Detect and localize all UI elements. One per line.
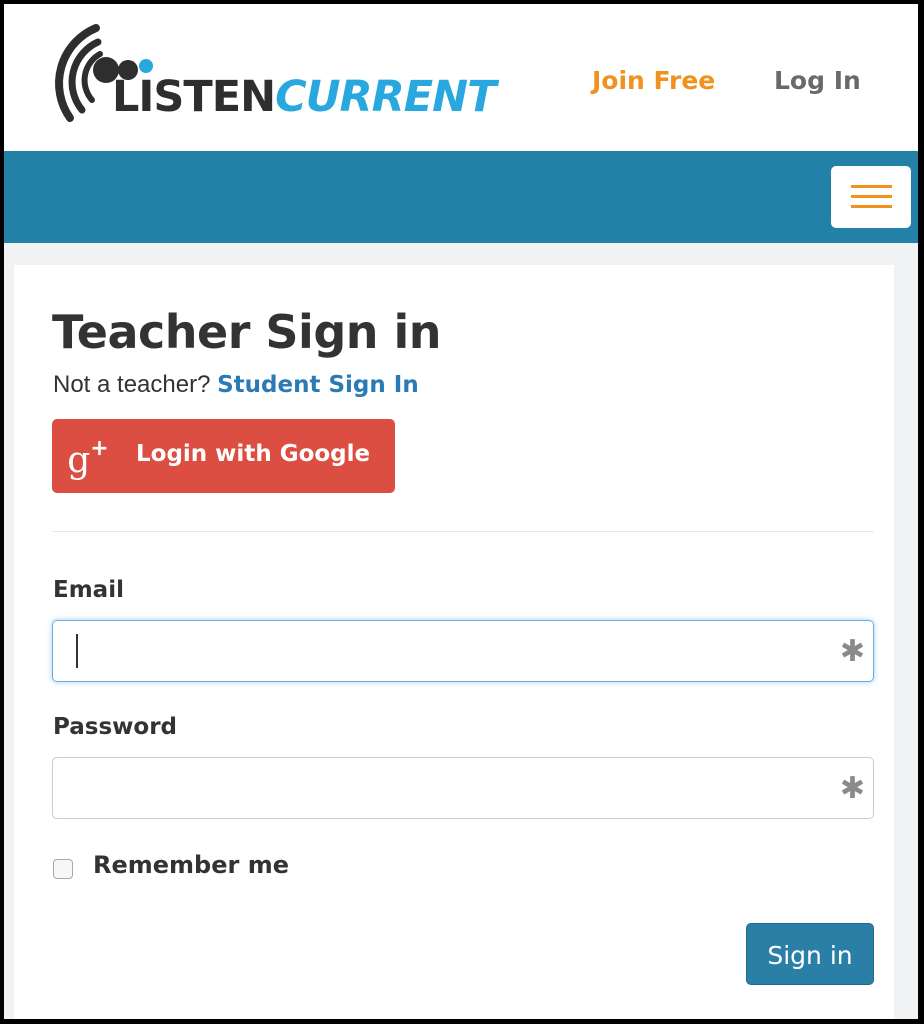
email-label: Email: [53, 577, 124, 603]
text-cursor: [76, 634, 78, 668]
hamburger-line-icon: [851, 205, 892, 208]
password-field[interactable]: [53, 758, 833, 818]
hamburger-menu-button[interactable]: [831, 166, 911, 228]
google-button-label: Login with Google: [136, 441, 371, 467]
google-plus-icon: g+: [67, 436, 109, 481]
student-sign-in-link[interactable]: Student Sign In: [217, 372, 419, 398]
page-title: Teacher Sign in: [52, 305, 442, 359]
nav-band: [4, 151, 918, 243]
logo-listen-text: LISTEN: [112, 72, 276, 122]
sign-in-button-label: Sign in: [767, 941, 853, 970]
site-header: LISTENCURRENT Join Free Log In: [4, 4, 918, 151]
hamburger-line-icon: [851, 195, 892, 198]
login-with-google-button[interactable]: g+ Login with Google: [52, 419, 395, 493]
logo-wordmark: LISTENCURRENT: [112, 76, 496, 119]
remember-me-checkbox[interactable]: [53, 859, 73, 879]
password-label: Password: [53, 714, 177, 740]
sign-in-card: Teacher Sign in Not a teacher? Student S…: [14, 265, 894, 1019]
email-field[interactable]: [53, 621, 833, 681]
logo-current-text: CURRENT: [275, 72, 496, 122]
email-field-wrapper: ✱: [52, 620, 874, 682]
not-teacher-line: Not a teacher? Student Sign In: [53, 371, 419, 399]
log-in-link[interactable]: Log In: [774, 66, 861, 95]
required-asterisk-icon: ✱: [839, 771, 865, 806]
remember-me-label[interactable]: Remember me: [93, 851, 289, 879]
browser-frame: LISTENCURRENT Join Free Log In Teacher S…: [4, 4, 918, 1019]
hamburger-line-icon: [851, 185, 892, 188]
not-teacher-text: Not a teacher?: [53, 371, 218, 398]
sign-in-button[interactable]: Sign in: [746, 923, 874, 985]
listen-current-logo[interactable]: LISTENCURRENT: [30, 14, 496, 126]
join-free-link[interactable]: Join Free: [592, 66, 715, 95]
required-asterisk-icon: ✱: [839, 634, 865, 669]
password-field-wrapper: ✱: [52, 757, 874, 819]
divider: [52, 531, 874, 532]
